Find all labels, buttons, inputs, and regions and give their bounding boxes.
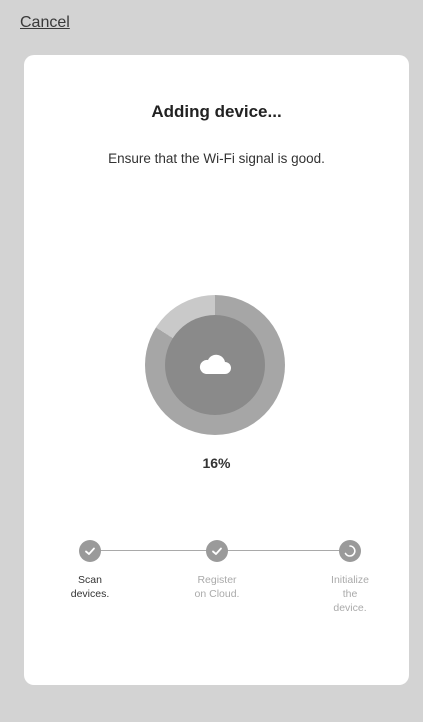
progress-ring-center: [165, 315, 265, 415]
step-connector-1: [94, 550, 207, 551]
step-label-line: device.: [333, 602, 367, 614]
cloud-icon: [199, 354, 231, 374]
setup-steps: Scan devices. Register on Cloud. Initial…: [54, 538, 380, 638]
step-label-line: devices.: [70, 588, 110, 600]
check-icon: [212, 547, 222, 555]
step-label-line: Register: [197, 574, 237, 586]
step-connector-2: [227, 550, 340, 551]
progress-ring: [145, 295, 285, 435]
step-initialize-status: [339, 540, 361, 562]
check-icon: [85, 547, 95, 555]
step-label-register: Register on Cloud.: [172, 573, 262, 601]
adding-device-card: Adding device... Ensure that the Wi-Fi s…: [24, 55, 409, 685]
cancel-link[interactable]: Cancel: [20, 14, 70, 32]
step-label-initialize: Initialize the device.: [305, 573, 395, 615]
step-register-status: [206, 540, 228, 562]
wifi-hint: Ensure that the Wi-Fi signal is good.: [108, 151, 325, 166]
step-scan-status: [79, 540, 101, 562]
page-title: Adding device...: [151, 102, 282, 121]
progress-percent: 16%: [202, 455, 231, 471]
step-label-line: Scan: [78, 574, 102, 586]
loading-icon: [344, 545, 356, 557]
step-label-line: the: [342, 588, 358, 600]
step-label-line: Initialize: [331, 574, 369, 586]
step-label-line: on Cloud.: [194, 588, 240, 600]
step-label-scan: Scan devices.: [45, 573, 135, 601]
